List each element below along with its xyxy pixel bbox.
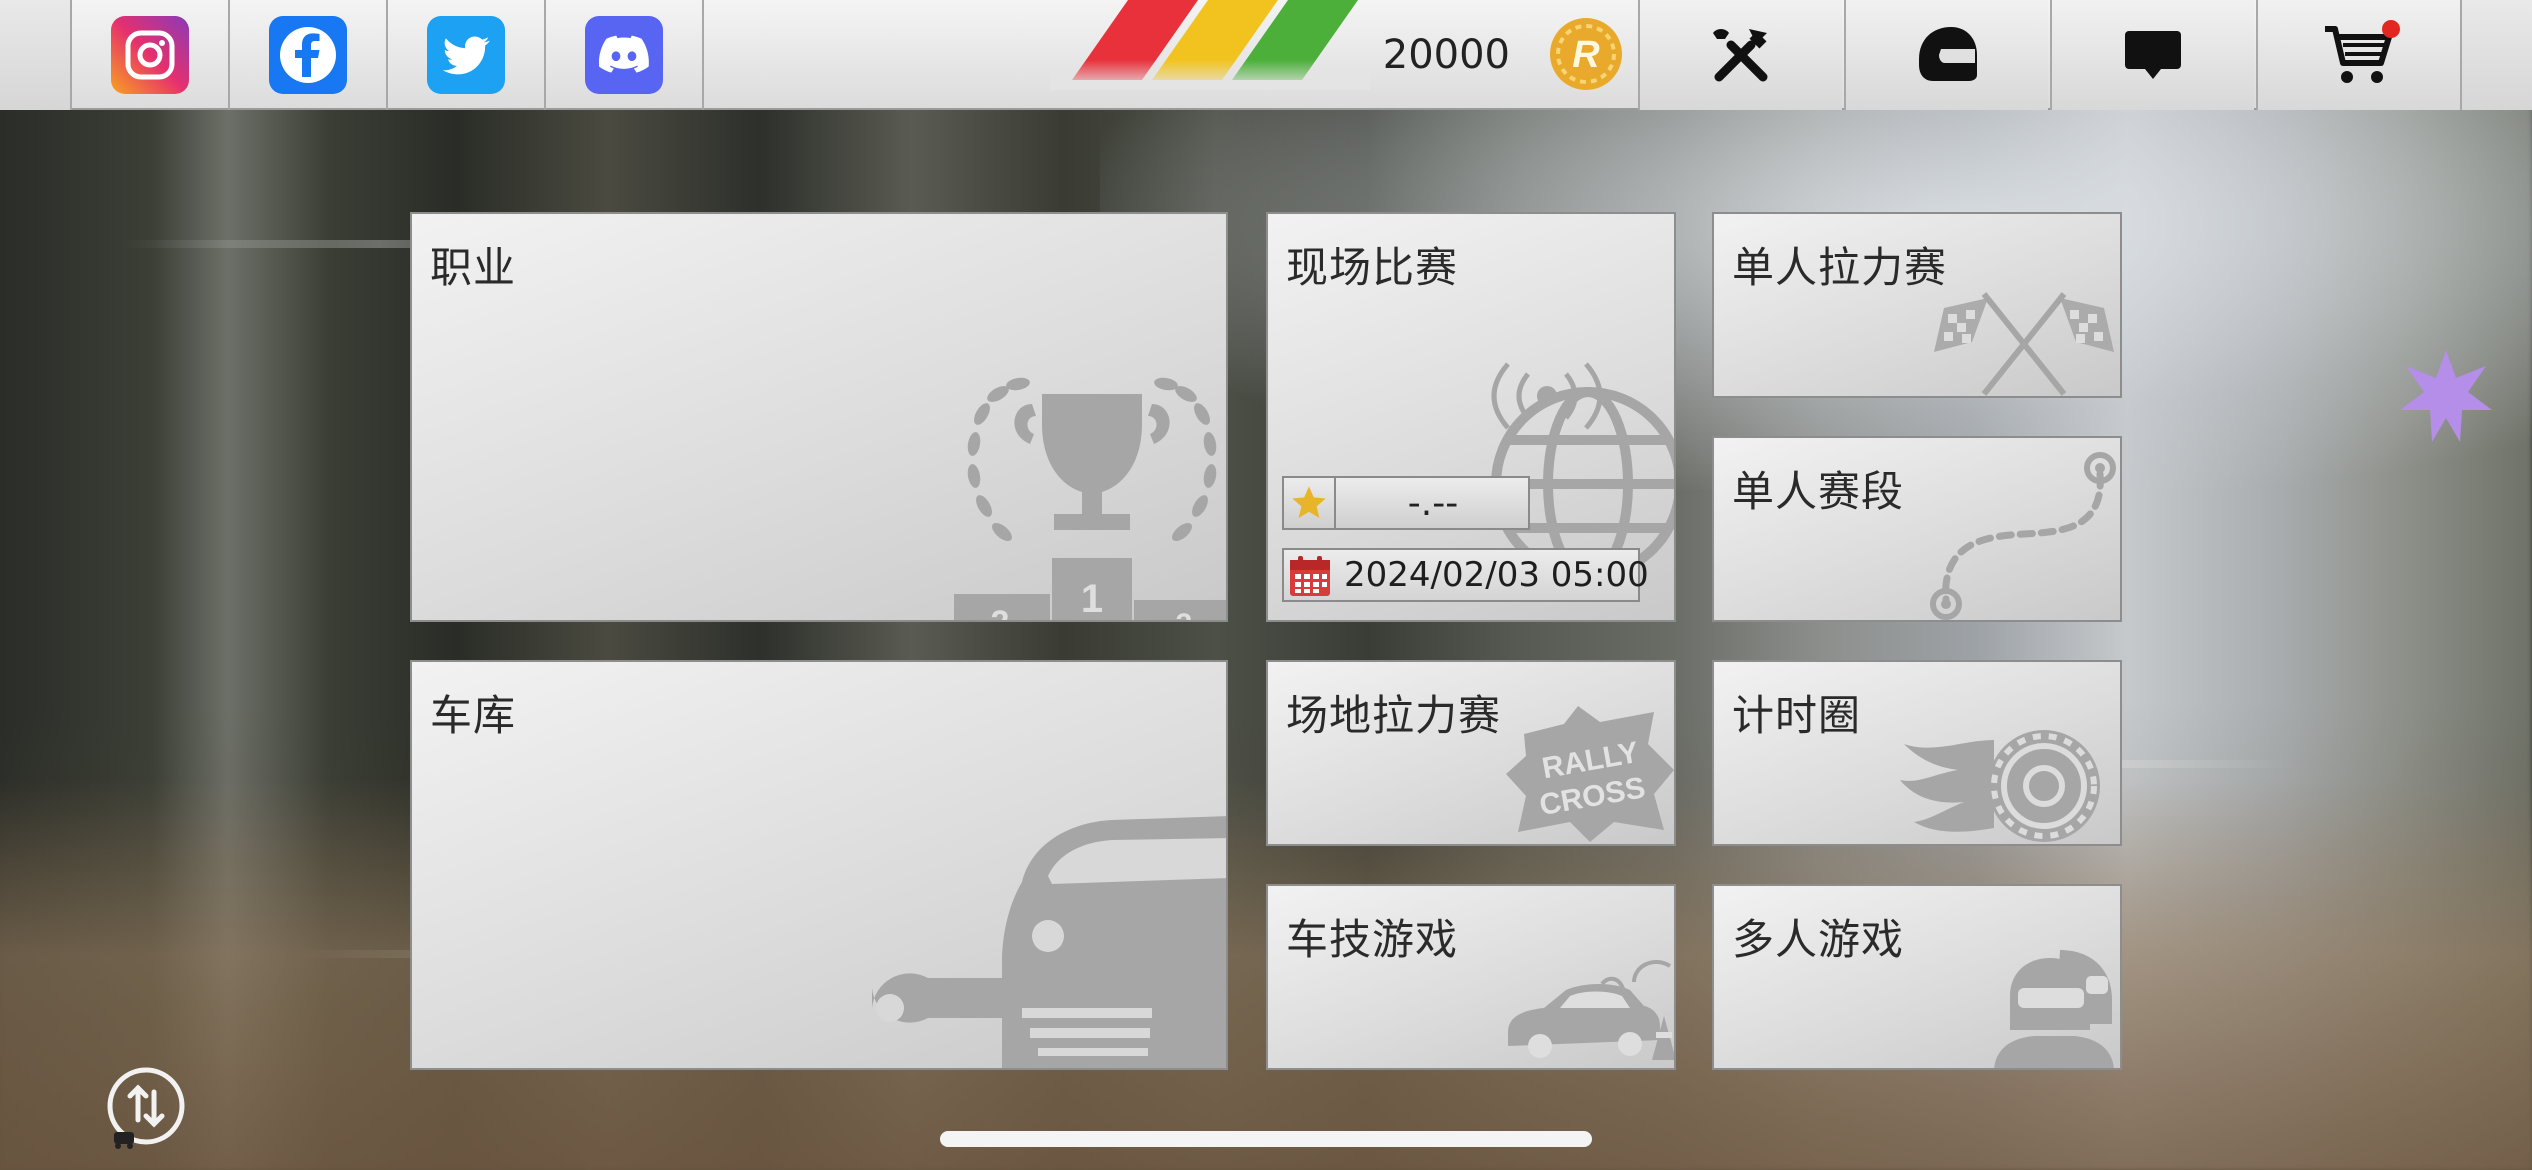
time-attack-tile[interactable]: 计时圈	[1712, 660, 2122, 846]
gymkhana-label: 车技游戏	[1286, 915, 1459, 964]
flaming-wheel-icon	[1900, 730, 2100, 842]
instagram-button[interactable]	[72, 0, 230, 110]
shop-button[interactable]	[2256, 0, 2460, 110]
facebook-button[interactable]	[230, 0, 388, 110]
instagram-icon	[111, 16, 189, 94]
discord-button[interactable]	[546, 0, 704, 110]
rallycross-label: 场地拉力赛	[1286, 691, 1502, 740]
helmet-button[interactable]	[1844, 0, 2048, 110]
rank-value: -.--	[1407, 482, 1459, 524]
twitter-icon	[427, 16, 505, 94]
star-icon	[1292, 486, 1326, 518]
calendar-icon	[1290, 556, 1330, 596]
trophy-podium-icon: 1 2 3	[954, 377, 1226, 622]
live-event-rank: -.--	[1282, 476, 1530, 530]
top-bar-edge	[0, 0, 72, 110]
single-rally-label: 单人拉力赛	[1732, 243, 1948, 292]
car-wrench-icon	[872, 816, 1226, 1068]
career-tile[interactable]: 职业 1 2 3	[410, 212, 1228, 622]
time-attack-label: 计时圈	[1732, 691, 1862, 740]
svg-text:3: 3	[1176, 608, 1193, 622]
top-bar-edge	[2460, 0, 2532, 110]
tools-icon	[1713, 29, 1768, 82]
rally-coin-icon: R	[1550, 18, 1622, 90]
messages-button[interactable]	[2050, 0, 2254, 110]
date-value: 2024/02/03 05:00	[1344, 555, 1649, 595]
rallycross-badge-icon: RALLY CROSS	[1506, 706, 1674, 842]
twitter-button[interactable]	[388, 0, 546, 110]
facebook-icon	[269, 16, 347, 94]
chat-icon	[2125, 31, 2181, 79]
single-rally-tile[interactable]: 单人拉力赛	[1712, 212, 2122, 398]
top-bar: 20000 R	[0, 0, 2532, 110]
star-cell	[1284, 478, 1336, 528]
single-stage-tile[interactable]: 单人赛段	[1712, 436, 2122, 622]
rallycross-tile[interactable]: 场地拉力赛 RALLY CROSS	[1266, 660, 1676, 846]
stripe-fade	[1050, 60, 1370, 90]
route-icon	[1930, 452, 2116, 620]
home-indicator[interactable]	[940, 1131, 1592, 1147]
coin-balance: 20000	[1350, 0, 1510, 110]
garage-label: 车库	[430, 691, 517, 740]
live-event-date: 2024/02/03 05:00	[1282, 548, 1649, 602]
garage-tile[interactable]: 车库	[410, 660, 1228, 1070]
multiplayer-label: 多人游戏	[1732, 915, 1905, 964]
sparkle-star-icon[interactable]	[2398, 348, 2494, 444]
notification-dot	[2382, 20, 2400, 38]
discord-icon	[585, 16, 663, 94]
svg-text:R: R	[1572, 34, 1600, 76]
single-stage-label: 单人赛段	[1732, 467, 1905, 516]
svg-text:2: 2	[991, 604, 1010, 622]
multiplayer-tile[interactable]: 多人游戏	[1712, 884, 2122, 1070]
checkered-flags-icon	[1934, 292, 2114, 396]
tools-button[interactable]	[1638, 0, 1842, 110]
helmet-icon	[1919, 27, 1977, 81]
gymkhana-tile[interactable]: 车技游戏	[1266, 884, 1676, 1070]
svg-text:1: 1	[1081, 577, 1103, 621]
swap-arrows-icon[interactable]	[104, 1066, 188, 1150]
coin-amount: 20000	[1382, 32, 1510, 78]
career-label: 职业	[430, 243, 517, 292]
drifting-car-icon	[1508, 960, 1674, 1060]
drivers-helmet-icon	[1994, 950, 2114, 1068]
live-event-label: 现场比赛	[1286, 243, 1459, 292]
